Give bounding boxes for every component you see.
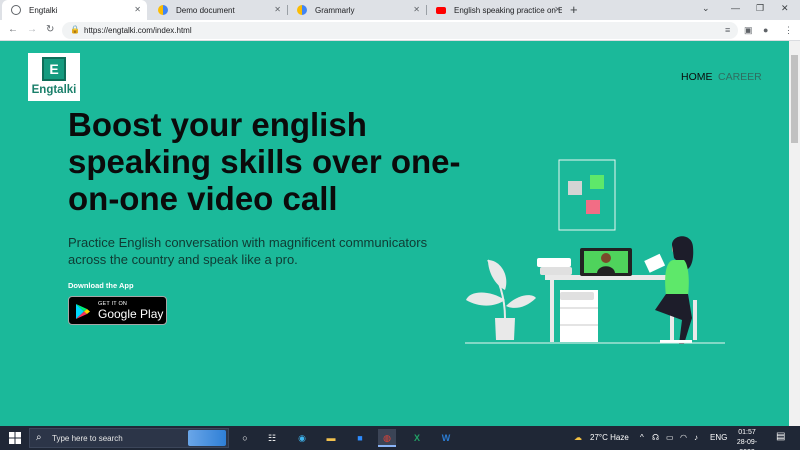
close-tab-icon[interactable]: ✕ bbox=[274, 5, 281, 14]
tab-engtalki[interactable]: Engtalki ✕ bbox=[2, 0, 147, 20]
excel-icon[interactable]: X bbox=[408, 429, 426, 447]
new-tab-button[interactable]: + bbox=[570, 2, 578, 17]
document-icon bbox=[158, 5, 168, 15]
wall-board bbox=[558, 159, 616, 231]
language-indicator[interactable]: ENG bbox=[710, 433, 727, 442]
hero-subtitle: Practice English conversation with magni… bbox=[68, 235, 428, 267]
tab-bar: Engtalki ✕ Demo document ✕ Grammarly ✕ E… bbox=[0, 0, 800, 20]
download-label: Download the App bbox=[68, 281, 134, 290]
tab-title: Grammarly bbox=[315, 5, 355, 15]
side-panel-icon[interactable]: ▣ bbox=[744, 25, 753, 36]
lock-icon[interactable]: 🔒 bbox=[70, 25, 80, 34]
taskbar-search-input[interactable]: ⌕ Type here to search bbox=[29, 428, 229, 448]
reload-icon[interactable]: ↻ bbox=[46, 24, 54, 35]
back-icon[interactable]: ← bbox=[8, 24, 18, 35]
network-icon[interactable]: ☊ bbox=[652, 433, 659, 442]
grammarly-icon bbox=[297, 5, 307, 15]
search-highlight-icon bbox=[188, 430, 226, 446]
nav-home[interactable]: HOME bbox=[681, 71, 713, 83]
profile-avatar-icon[interactable]: ● bbox=[763, 25, 768, 35]
weather-icon[interactable]: ☁ bbox=[574, 433, 582, 442]
laptop-video-call bbox=[580, 248, 632, 276]
battery-icon[interactable]: ▭ bbox=[666, 433, 674, 442]
file-explorer-icon[interactable]: ▬ bbox=[322, 429, 340, 447]
widgets-icon[interactable]: ☷ bbox=[263, 429, 281, 447]
url-text[interactable]: https://engtalki.com/index.html bbox=[84, 26, 192, 35]
chrome-icon[interactable]: ◍ bbox=[378, 429, 396, 447]
tab-search-icon[interactable]: ⌄ bbox=[702, 3, 710, 14]
windows-taskbar: ⌕ Type here to search ○ ☷ ◉ ▬ ■ ◍ X W ☁ … bbox=[0, 426, 800, 450]
scrollbar-thumb[interactable] bbox=[791, 55, 798, 143]
volume-icon[interactable]: ♪ bbox=[694, 433, 698, 442]
notification-icon[interactable]: ▤ bbox=[776, 431, 785, 442]
close-tab-icon[interactable]: ✕ bbox=[413, 5, 420, 14]
hero-title: Boost your english speaking skills over … bbox=[68, 106, 461, 217]
logo-mark: E bbox=[42, 57, 66, 81]
tab-grammarly[interactable]: Grammarly ✕ bbox=[288, 0, 426, 20]
zoom-icon[interactable]: ■ bbox=[351, 429, 369, 447]
google-play-icon bbox=[76, 304, 90, 319]
nav-career[interactable]: CAREER bbox=[718, 71, 762, 83]
wifi-icon[interactable]: ◠ bbox=[680, 433, 687, 442]
restore-icon[interactable]: ❐ bbox=[756, 3, 764, 14]
media-control-icon[interactable]: ≡ bbox=[725, 25, 730, 35]
system-clock[interactable]: 01:57 28-09-2022 bbox=[730, 428, 764, 450]
site-logo[interactable]: E Engtalki bbox=[28, 53, 80, 101]
clock-date: 28-09-2022 bbox=[736, 439, 758, 450]
woman-figure bbox=[644, 236, 697, 344]
badge-store-name: Google Play bbox=[98, 307, 164, 321]
word-icon[interactable]: W bbox=[437, 429, 455, 447]
tab-demo-document[interactable]: Demo document ✕ bbox=[149, 0, 287, 20]
minimize-icon[interactable]: — bbox=[731, 3, 740, 13]
logo-text: Engtalki bbox=[31, 84, 77, 96]
task-view-icon[interactable]: ○ bbox=[236, 429, 254, 447]
forward-icon[interactable]: → bbox=[27, 24, 37, 35]
video-call-illustration bbox=[465, 159, 725, 344]
tab-title: Engtalki bbox=[29, 5, 58, 15]
weather-text[interactable]: 27°C Haze bbox=[590, 433, 629, 442]
page-scrollbar[interactable] bbox=[789, 41, 800, 426]
tab-title: English speaking practice on Eng bbox=[454, 5, 562, 15]
edge-icon[interactable]: ◉ bbox=[293, 429, 311, 447]
tab-english-speaking-practice[interactable]: English speaking practice on Eng ✕ bbox=[427, 0, 567, 20]
search-placeholder: Type here to search bbox=[52, 434, 123, 443]
close-tab-icon[interactable]: ✕ bbox=[134, 5, 141, 14]
youtube-icon bbox=[436, 6, 446, 14]
search-icon: ⌕ bbox=[36, 432, 42, 443]
browser-toolbar: ← → ↻ 🔒 https://engtalki.com/index.html … bbox=[0, 20, 800, 41]
menu-kebab-icon[interactable]: ⋮ bbox=[784, 25, 793, 36]
tray-overflow-icon[interactable]: ^ bbox=[640, 433, 644, 442]
address-bar[interactable]: 🔒 https://engtalki.com/index.html bbox=[62, 22, 738, 39]
globe-icon bbox=[11, 5, 21, 15]
windows-start-icon[interactable] bbox=[9, 432, 21, 444]
close-window-icon[interactable]: ✕ bbox=[781, 3, 789, 14]
clock-time: 01:57 bbox=[738, 429, 756, 436]
plant-icon bbox=[466, 259, 536, 340]
close-tab-icon[interactable]: ✕ bbox=[554, 5, 561, 14]
google-play-button[interactable]: GET IT ON Google Play bbox=[68, 296, 167, 325]
tab-title: Demo document bbox=[176, 5, 235, 15]
